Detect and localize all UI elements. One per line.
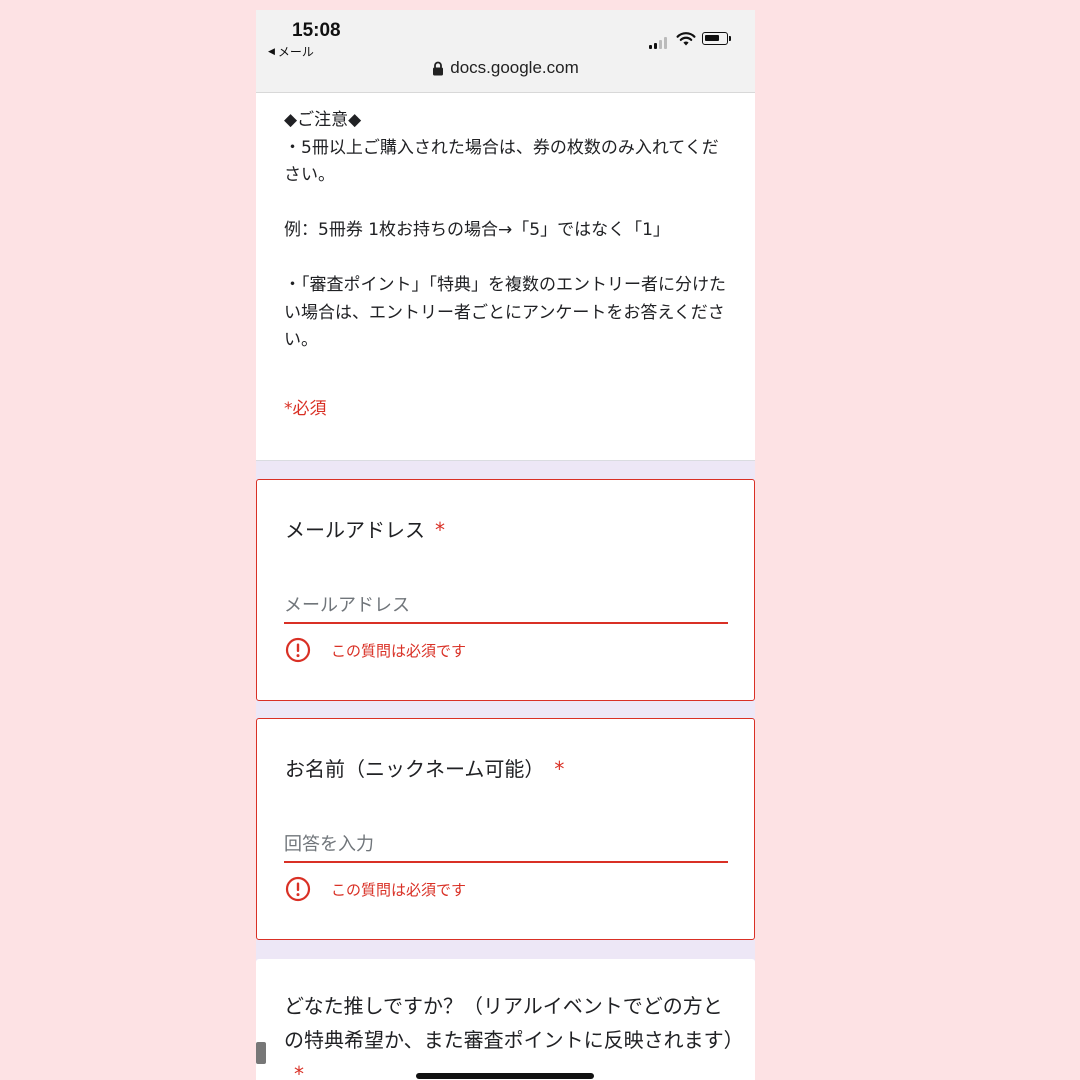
question-title-favorite: どなた推しですか？（リアルイベントでどの方との特典希望か、また審査ポイントに反映…	[284, 989, 744, 1080]
lock-icon	[433, 61, 444, 75]
scrollbar-thumb[interactable]	[256, 1042, 266, 1064]
battery-icon	[702, 32, 731, 45]
back-arrow-icon: ◀	[268, 46, 275, 57]
question-email: メールアドレス* この質問は必須です	[256, 479, 755, 701]
home-indicator[interactable]	[416, 1073, 594, 1079]
signal-icon	[649, 37, 667, 49]
phone-screen: 15:08 ◀ メール docs.google.com ◆ご注意◆ ・5冊以上ご…	[256, 10, 755, 1080]
question-title-name: お名前（ニックネーム可能） *	[285, 757, 565, 781]
status-time: 15:08	[292, 20, 341, 41]
email-input[interactable]	[284, 588, 728, 624]
required-asterisk: *	[435, 518, 445, 542]
address-bar[interactable]: docs.google.com	[256, 58, 755, 78]
error-icon	[285, 876, 311, 902]
question-name: お名前（ニックネーム可能）* この質問は必須です	[256, 718, 755, 940]
wifi-icon	[676, 32, 696, 46]
required-asterisk: *	[554, 757, 565, 781]
browser-top-bar: 15:08 ◀ メール docs.google.com	[256, 10, 755, 93]
form-description-card: ◆ご注意◆ ・5冊以上ご購入された場合は、券の枚数のみ入れてください。 例：5冊…	[256, 93, 755, 461]
name-input[interactable]	[284, 827, 728, 863]
url-text: docs.google.com	[450, 58, 579, 77]
error-message-name: この質問は必須です	[285, 876, 466, 902]
required-asterisk: *	[294, 1062, 304, 1080]
question-title-email: メールアドレス *	[285, 518, 445, 542]
required-note: *必須	[284, 399, 327, 419]
error-text: この質問は必須です	[331, 641, 467, 660]
error-icon	[285, 637, 311, 663]
error-message-email: この質問は必須です	[285, 637, 466, 663]
question-favorite: どなた推しですか？（リアルイベントでどの方との特典希望か、また審査ポイントに反映…	[256, 959, 755, 1080]
notice-text: ◆ご注意◆ ・5冊以上ご購入された場合は、券の枚数のみ入れてください。 例：5冊…	[284, 110, 726, 350]
error-text: この質問は必須です	[331, 880, 467, 899]
